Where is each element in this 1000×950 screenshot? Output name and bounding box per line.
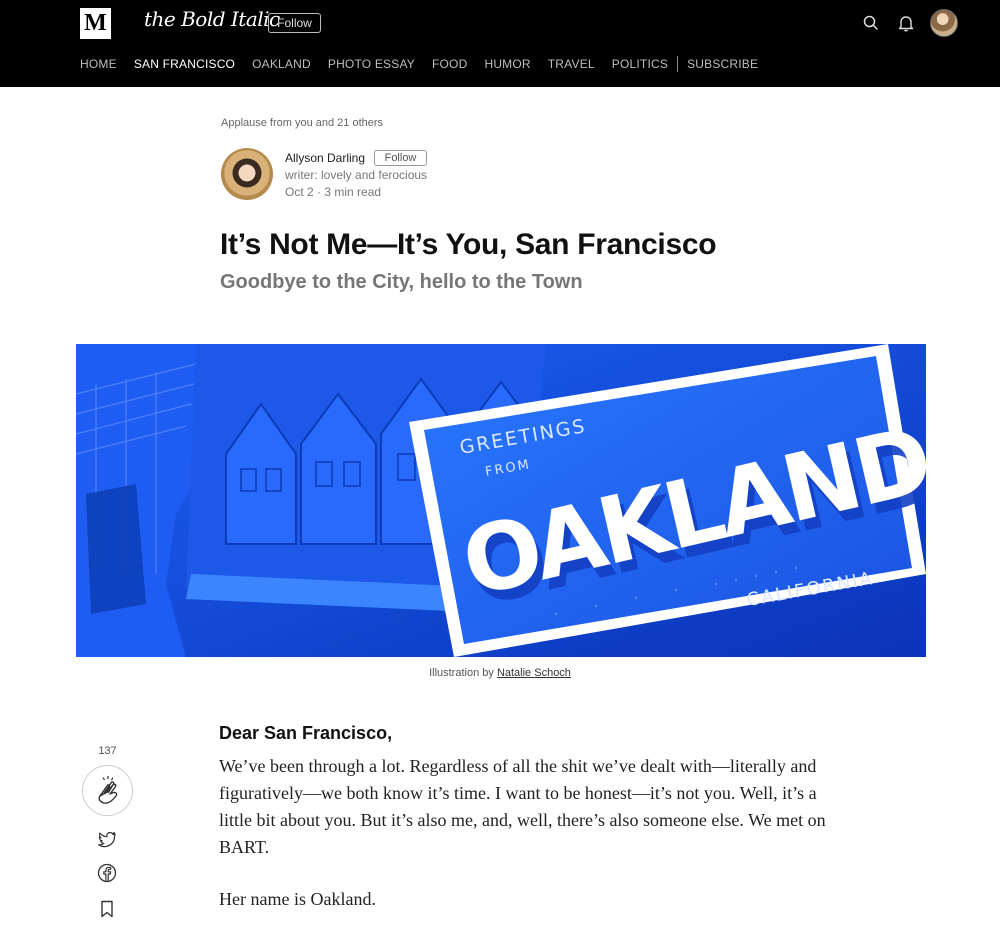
top-bar: M the Bold Italic Follow HOME SAN FRANCI…: [0, 0, 1000, 87]
bookmark-icon[interactable]: [96, 898, 118, 920]
nav-item-subscribe[interactable]: SUBSCRIBE: [687, 57, 758, 71]
hero-illustration: GREETINGS FROM OAKLAND OAKLAND CALIFORNI…: [76, 344, 926, 657]
publication-follow-button[interactable]: Follow: [268, 13, 321, 33]
applause-summary: Applause from you and 21 others: [221, 117, 384, 129]
clap-count: 137: [98, 745, 117, 757]
publication-nav: HOME SAN FRANCISCO OAKLAND PHOTO ESSAY F…: [80, 56, 775, 72]
author-follow-button[interactable]: Follow: [374, 150, 427, 166]
nav-item-home[interactable]: HOME: [80, 57, 117, 71]
author-bio: writer: lovely and ferocious: [285, 168, 428, 182]
article-paragraph: Her name is Oakland.: [219, 889, 376, 909]
nav-item-san-francisco[interactable]: SAN FRANCISCO: [134, 57, 235, 71]
postcard-illustration: GREETINGS FROM OAKLAND OAKLAND CALIFORNI…: [76, 344, 926, 657]
nav-item-humor[interactable]: HUMOR: [484, 57, 530, 71]
nav-item-oakland[interactable]: OAKLAND: [252, 57, 311, 71]
twitter-icon[interactable]: [96, 828, 118, 850]
facebook-icon[interactable]: [96, 862, 118, 884]
author-name[interactable]: Allyson Darling: [285, 151, 365, 165]
medium-logo[interactable]: M: [80, 8, 111, 39]
article-salutation: Dear San Francisco,: [219, 723, 393, 743]
caption-prefix: Illustration by: [429, 667, 497, 679]
post-meta: Oct 2 · 3 min read: [285, 185, 382, 199]
nav-item-politics[interactable]: POLITICS: [612, 57, 668, 71]
publication-logo[interactable]: the Bold Italic: [144, 7, 280, 31]
article-paragraph: We’ve been through a lot. Regardless of …: [219, 756, 826, 857]
nav-item-photo-essay[interactable]: PHOTO ESSAY: [328, 57, 415, 71]
nav-item-food[interactable]: FOOD: [432, 57, 467, 71]
author-avatar[interactable]: [221, 148, 273, 200]
article-subtitle: Goodbye to the City, hello to the Town: [220, 271, 583, 293]
article-title: It’s Not Me—It’s You, San Francisco: [220, 228, 717, 261]
caption-artist-link[interactable]: Natalie Schoch: [497, 667, 571, 679]
clap-button[interactable]: [82, 765, 133, 816]
nav-divider: [677, 56, 679, 72]
image-caption: Illustration by Natalie Schoch: [0, 667, 1000, 679]
clap-icon: [98, 776, 118, 804]
bell-icon[interactable]: [895, 12, 917, 34]
nav-item-travel[interactable]: TRAVEL: [548, 57, 595, 71]
user-avatar[interactable]: [930, 9, 958, 37]
search-icon[interactable]: [860, 12, 882, 34]
